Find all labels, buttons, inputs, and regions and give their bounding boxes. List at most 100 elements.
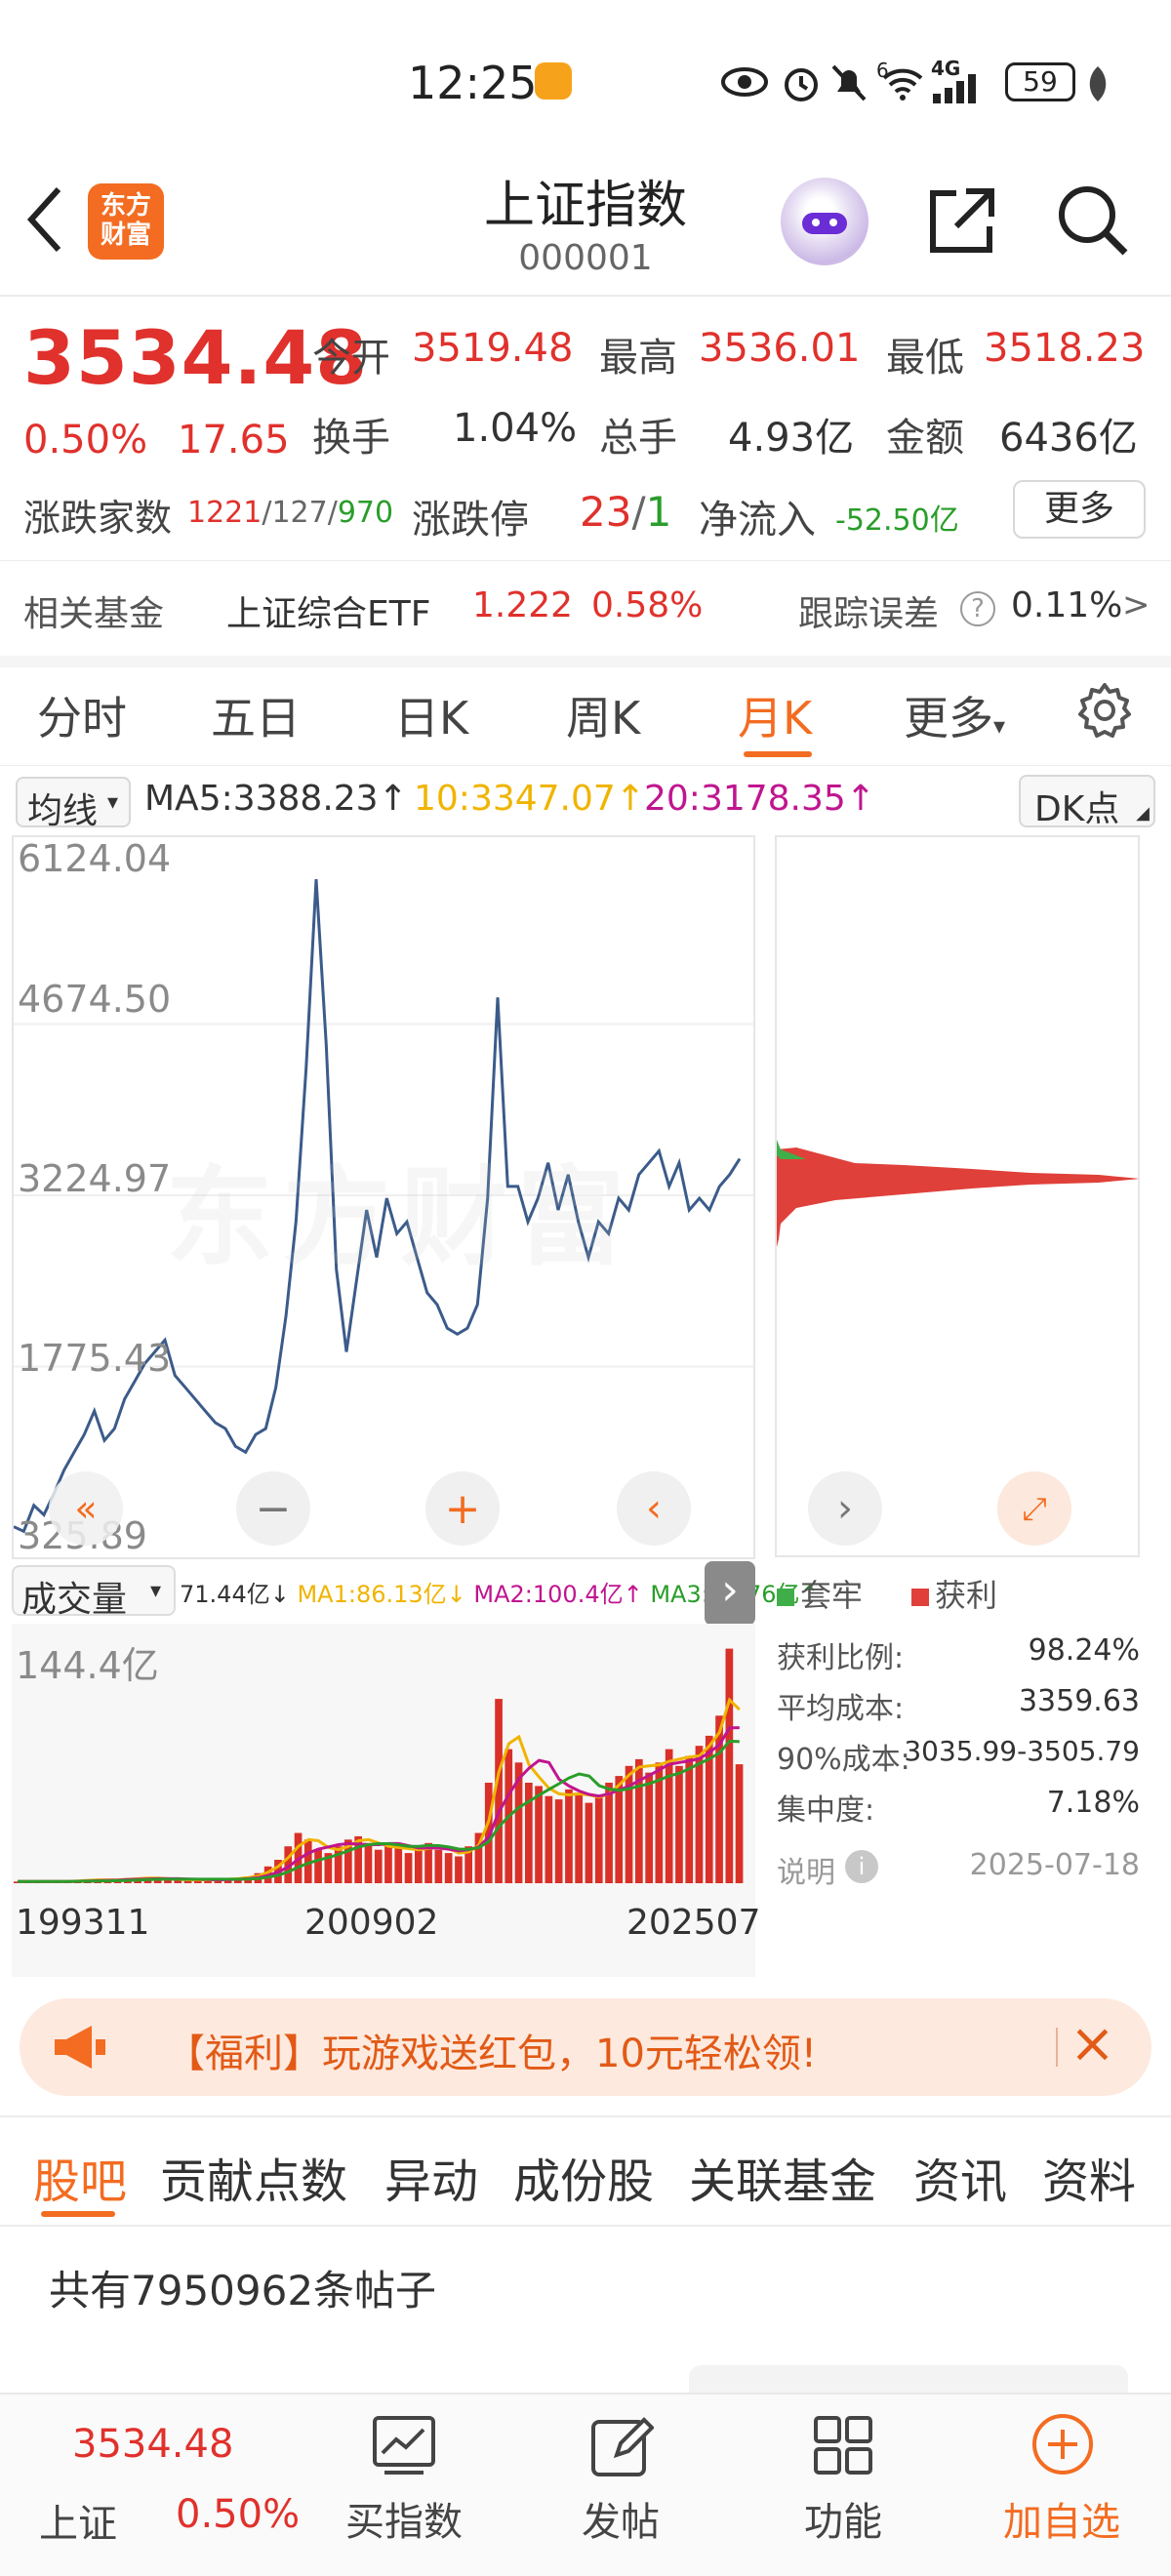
profit-legend: 获利: [911, 1571, 997, 1616]
share-icon[interactable]: [927, 185, 997, 256]
ma-selector[interactable]: 均线 ▾: [16, 777, 131, 831]
limit-down: 1: [645, 488, 672, 536]
y-tick-2: 4674.50: [18, 978, 172, 1021]
tab-daily-k[interactable]: 日K: [394, 683, 468, 747]
volume-value: 4.93亿: [728, 416, 855, 461]
tracking-error-label: 跟踪误差: [798, 594, 940, 634]
index-change[interactable]: 0.50%: [176, 2492, 300, 2537]
avg-cost-value: 3359.63: [1018, 1684, 1140, 1718]
x-tick-3: 202507: [626, 1903, 761, 1943]
volume-bar: [384, 1846, 392, 1883]
double-chevron-left-icon: «: [74, 1487, 98, 1530]
y-tick-3: 3224.97: [18, 1157, 172, 1200]
collapse-panel-button[interactable]: ›: [705, 1561, 755, 1626]
caret-down-icon: ▾: [107, 790, 119, 815]
minus-icon: −: [255, 1483, 292, 1534]
scroll-left-button[interactable]: ‹: [617, 1471, 691, 1546]
caret-down-icon: ▾: [150, 1579, 162, 1603]
turnover-value: 1.04%: [453, 406, 578, 451]
volume-selector[interactable]: 成交量 ▾: [12, 1565, 176, 1620]
ma5-value: MA5:3388.23↑: [144, 779, 408, 819]
rewind-button[interactable]: «: [49, 1471, 123, 1546]
edit-icon: [591, 2417, 654, 2476]
chip-distribution-panel[interactable]: › ⤢: [775, 835, 1140, 1557]
tracking-error-value: 0.11%: [1011, 585, 1123, 625]
buy-index-label: 买指数: [345, 2500, 463, 2545]
subtab-profile[interactable]: 资料: [1042, 2143, 1136, 2211]
volume-bar: [685, 1755, 694, 1883]
volume-bar: [525, 1783, 533, 1883]
volume-bar: [415, 1849, 423, 1883]
volume-chart-panel[interactable]: 144.4亿 199311 200902 202507: [12, 1624, 760, 1943]
volume-bar: [565, 1789, 573, 1883]
volume-bar: [725, 1648, 734, 1883]
caret-down-icon: ▾: [993, 712, 1006, 740]
tab-weekly-k[interactable]: 周K: [566, 683, 640, 747]
chevron-left-icon: ‹: [646, 1486, 662, 1531]
volume-bar: [455, 1856, 463, 1883]
post-button[interactable]: 发帖: [552, 2408, 689, 2564]
next-button[interactable]: ›: [808, 1471, 882, 1546]
chip-date: 2025-07-18: [969, 1848, 1140, 1882]
functions-button[interactable]: 功能: [775, 2408, 911, 2564]
search-icon[interactable]: [1056, 183, 1130, 258]
promo-banner[interactable]: 【福利】玩游戏送红包，10元轻松领! ×: [20, 1998, 1151, 2096]
tab-intraday[interactable]: 分时: [37, 683, 127, 747]
index-name[interactable]: 上证: [39, 2492, 117, 2549]
expand-button[interactable]: ⤢: [997, 1471, 1071, 1546]
price-chart-panel[interactable]: 东方财富 6124.04 4674.50 3224.97 1775.43 325…: [12, 835, 755, 1559]
tracking-arrow[interactable]: >: [1122, 585, 1151, 624]
banner-text: 【福利】玩游戏送红包，10元轻松领!: [166, 2032, 817, 2076]
subtab-movement[interactable]: 异动: [384, 2143, 478, 2211]
tab-monthly-k[interactable]: 月K: [738, 683, 812, 747]
subtab-guba[interactable]: 股吧: [33, 2143, 127, 2211]
note-label[interactable]: 说明: [777, 1848, 835, 1891]
post-label: 发帖: [582, 2500, 660, 2545]
subtab-constituents[interactable]: 成份股: [513, 2143, 654, 2211]
buy-index-button[interactable]: 买指数: [336, 2408, 472, 2564]
y-tick-1: 6124.04: [18, 837, 172, 880]
flat-count: 127: [271, 496, 328, 530]
fund-name[interactable]: 上证综合ETF: [226, 585, 430, 636]
subtab-related-funds[interactable]: 关联基金: [689, 2143, 876, 2211]
ma5-text: MA5:3388.23: [144, 779, 379, 819]
ma10-value: 10:3347.07↑: [414, 779, 645, 819]
volume-bar: [314, 1849, 322, 1883]
tab-more[interactable]: 更多▾: [904, 683, 1005, 747]
banner-separator: [1056, 2028, 1058, 2067]
robot-assistant-icon[interactable]: [781, 178, 868, 265]
gear-icon[interactable]: [1075, 681, 1134, 740]
trapped-legend: 套牢: [777, 1571, 863, 1616]
amount-label: 金额: [886, 416, 964, 461]
trend-chart-icon: [373, 2416, 435, 2475]
zoom-out-button[interactable]: −: [236, 1471, 310, 1546]
subtab-contribution[interactable]: 贡献点数: [160, 2143, 347, 2211]
fund-price: 1.222: [472, 585, 574, 625]
dk-point-button[interactable]: DK点 ◢: [1019, 775, 1155, 829]
bottom-nav: 3534.48 上证 0.50% 买指数 发帖 功能 加自选: [0, 2393, 1171, 2576]
help-icon[interactable]: ?: [960, 591, 995, 626]
info-icon[interactable]: i: [845, 1850, 878, 1883]
subtab-news[interactable]: 资讯: [913, 2143, 1007, 2211]
volume-bar: [585, 1802, 593, 1883]
close-icon[interactable]: ×: [1070, 2010, 1115, 2078]
volume-label: 总手: [599, 416, 677, 461]
tab-five-day[interactable]: 五日: [211, 683, 301, 747]
status-time: 12:25: [408, 57, 538, 109]
limit-label: 涨跌停: [412, 498, 529, 543]
updown-label: 涨跌家数: [23, 497, 173, 540]
profit-ratio-label: 获利比例:: [777, 1641, 905, 1675]
add-watchlist-button[interactable]: 加自选: [993, 2408, 1130, 2564]
zoom-in-button[interactable]: +: [425, 1471, 500, 1546]
high-value: 3536.01: [699, 326, 861, 371]
profit-chip-bars: [777, 1147, 1138, 1247]
amount-value: 6436亿: [999, 416, 1138, 461]
volume-bar: [735, 1764, 744, 1883]
more-button[interactable]: 更多: [1013, 480, 1146, 539]
dk-point-label: DK点: [1034, 789, 1120, 829]
chip-distribution-chart: [777, 1140, 1138, 1247]
expand-icon: ⤢: [1022, 1489, 1047, 1527]
volume-bar: [404, 1853, 413, 1883]
volume-bar: [364, 1842, 373, 1883]
index-price[interactable]: 3534.48: [72, 2422, 233, 2467]
